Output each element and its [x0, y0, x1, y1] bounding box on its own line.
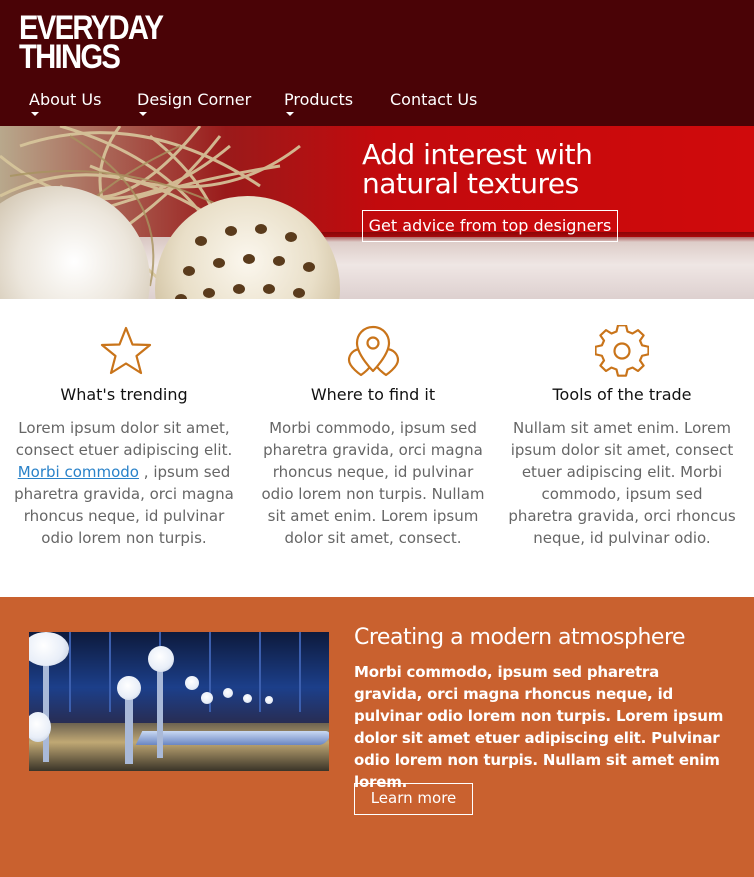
feature-text: Lorem ipsum dolor sit amet, consect etue…	[14, 419, 234, 547]
caret-down-icon	[286, 112, 294, 116]
star-icon	[100, 326, 152, 375]
hero-title-line-1: Add interest with	[362, 138, 593, 171]
promo-title: Creating a modern atmosphere	[354, 625, 686, 650]
modern-interior-photo	[29, 632, 329, 771]
get-advice-button[interactable]: Get advice from top designers	[362, 210, 618, 242]
hero-title: Add interest with natural textures	[362, 138, 593, 200]
map-pin-icon	[347, 325, 400, 377]
caret-down-icon	[139, 112, 147, 116]
features-section: What's trending Lorem ipsum dolor sit am…	[0, 299, 754, 597]
promo-section: Creating a modern atmosphere Morbi commo…	[0, 597, 754, 877]
nav-item-design-corner[interactable]: Design Corner	[137, 90, 252, 116]
learn-more-button[interactable]: Learn more	[354, 783, 473, 815]
nav-item-contact-us[interactable]: Contact Us	[390, 90, 477, 109]
gear-icon	[595, 325, 649, 377]
nav-item-label: Contact Us	[390, 90, 478, 109]
feature-title: What's trending	[60, 385, 188, 404]
nav-item-products[interactable]: Products	[284, 90, 354, 116]
nav-item-label: Products	[284, 90, 354, 109]
hero-banner: Add interest with natural textures Get a…	[0, 126, 754, 299]
site-logo[interactable]: EVERYDAY THINGS	[19, 11, 164, 76]
hero-title-line-2: natural textures	[362, 167, 579, 200]
nav-item-about-us[interactable]: About Us	[29, 90, 102, 116]
site-header: EVERYDAY THINGS About Us Design Corner P…	[0, 0, 754, 126]
nav-item-label: About Us	[29, 90, 102, 109]
feature-title: Tools of the trade	[552, 385, 692, 404]
caret-down-icon	[31, 112, 39, 116]
feature-text: Nullam sit amet enim. Lorem ipsum dolor …	[508, 419, 736, 547]
feature-text: Morbi commodo, ipsum sed pharetra gravid…	[261, 419, 485, 547]
logo-line-2: THINGS	[19, 38, 121, 76]
morbi-commodo-link[interactable]: Morbi commodo	[18, 463, 139, 481]
nav-item-label: Design Corner	[137, 90, 252, 109]
promo-text: Morbi commodo, ipsum sed pharetra gravid…	[354, 663, 724, 791]
feature-title: Where to find it	[310, 385, 436, 404]
